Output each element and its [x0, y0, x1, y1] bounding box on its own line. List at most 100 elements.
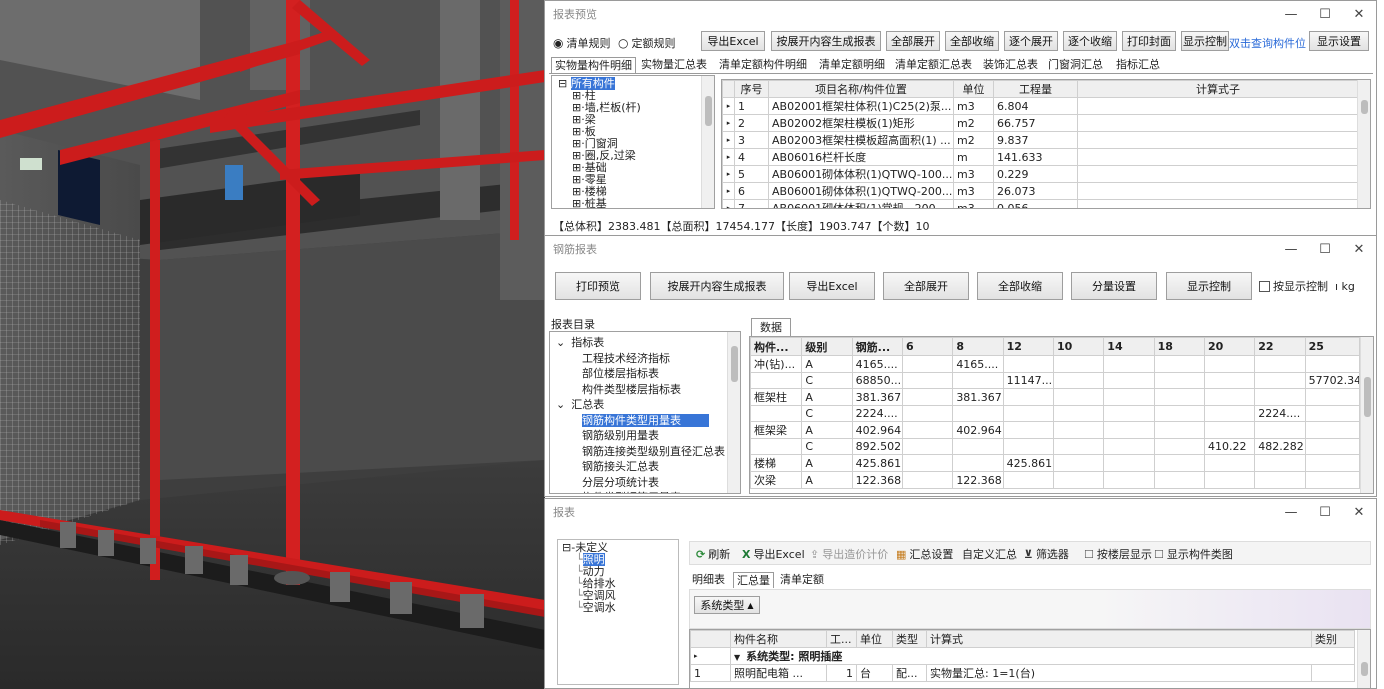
radio-list-rule[interactable]: ◉ 清单规则	[553, 35, 610, 51]
toolbar-item[interactable]: ⇪ 导出造价计价	[810, 546, 888, 562]
toolbar-item[interactable]: ☐ 按楼层显示	[1084, 546, 1152, 562]
catalog-item[interactable]: 钢筋级别用量表	[554, 428, 725, 444]
display-settings-button[interactable]: 显示设置	[1309, 31, 1369, 51]
tab-item[interactable]: 清单定额汇总表	[892, 57, 975, 73]
minimize-icon[interactable]: —	[1274, 505, 1308, 520]
table-row[interactable]: ▸ 3 AB02003框架柱模板超高面积(1) ... m2 9.837	[722, 131, 1359, 149]
radio-quota-rule[interactable]: ○ 定额规则	[618, 35, 675, 51]
catalog-item[interactable]: 钢筋接头汇总表	[554, 459, 725, 475]
expand-each-button[interactable]: 逐个展开	[1004, 31, 1058, 51]
maximize-icon[interactable]: ☐	[1308, 505, 1342, 520]
column-header[interactable]: 构件名称	[730, 630, 827, 648]
tab-item[interactable]: 清单定额构件明细	[716, 57, 810, 73]
quantity-settings-button[interactable]: 分量设置	[1071, 272, 1157, 300]
tab-item[interactable]: 清单定额	[777, 572, 827, 588]
toolbar-item[interactable]: ⟳ 刷新	[696, 546, 730, 562]
print-preview-button[interactable]: 打印预览	[555, 272, 641, 300]
table-row[interactable]: 冲(钻)... A 4165.... 4165....	[750, 355, 1361, 373]
collapse-all-button[interactable]: 全部收缩	[977, 272, 1063, 300]
export-excel-button[interactable]: 导出Excel	[789, 272, 875, 300]
generate-report-button[interactable]: 按展开内容生成报表	[771, 31, 881, 51]
tree-item[interactable]: ⊞·梁	[558, 114, 641, 126]
column-header[interactable]: 类型	[892, 630, 927, 648]
column-header[interactable]: 计算式子	[1077, 80, 1359, 98]
catalog-item[interactable]: 分层分项统计表	[554, 475, 725, 491]
column-header[interactable]: 单位	[856, 630, 893, 648]
catalog-item[interactable]: ⌄ 汇总表	[554, 397, 725, 413]
column-header[interactable]: 项目名称/构件位置	[768, 80, 954, 98]
tab-item[interactable]: 实物量汇总表	[638, 57, 710, 73]
collapse-each-button[interactable]: 逐个收缩	[1063, 31, 1117, 51]
toolbar-item[interactable]: ☐ 显示构件类图	[1154, 546, 1233, 562]
catalog-item[interactable]: 工程技术经济指标	[554, 351, 725, 367]
column-header[interactable]: 22	[1254, 337, 1306, 356]
toolbar-item[interactable]: ▦ 汇总设置	[896, 546, 953, 562]
toolbar-item[interactable]: ⊻ 筛选器	[1024, 546, 1069, 562]
tab-data[interactable]: 数据	[751, 318, 791, 336]
table-row[interactable]: 楼梯 A 425.861 425.861	[750, 454, 1361, 472]
table-row[interactable]: C 2224.... 2224....	[750, 405, 1361, 422]
minimize-icon[interactable]: —	[1274, 242, 1308, 257]
minimize-icon[interactable]: —	[1274, 7, 1308, 22]
column-header[interactable]: 10	[1052, 337, 1105, 356]
column-header[interactable]: 12	[1002, 337, 1054, 356]
toolbar-item[interactable]: X 导出Excel	[742, 546, 805, 562]
expand-all-button[interactable]: 全部展开	[886, 31, 940, 51]
close-icon[interactable]: ✕	[1342, 7, 1376, 22]
catalog-item[interactable]: 钢筋构件类型用量表	[554, 413, 725, 429]
maximize-icon[interactable]: ☐	[1308, 242, 1342, 257]
column-header[interactable]: 级别	[801, 337, 853, 356]
table-row[interactable]: 框架梁 A 402.964 402.964	[750, 421, 1361, 439]
catalog-item[interactable]: 构件类型钢筋用量表	[554, 490, 725, 493]
table-row[interactable]: 1 照明配电箱 ... 1 台配... 实物量汇总: 1=1(台)	[690, 664, 1355, 682]
column-header[interactable]: 钢筋...	[851, 337, 903, 356]
close-icon[interactable]: ✕	[1342, 505, 1376, 520]
column-header[interactable]: 工...	[826, 630, 857, 648]
table-row[interactable]: ▸ 2 AB02002框架柱模板(1)矩形 m2 66.757	[722, 114, 1359, 132]
group-row[interactable]: ▸ ▼ 系统类型: 照明插座	[690, 647, 1355, 665]
tab-item[interactable]: 装饰汇总表	[980, 57, 1041, 73]
tab-item[interactable]: 明细表	[689, 572, 728, 588]
tab-item[interactable]: 清单定额明细	[816, 57, 888, 73]
close-icon[interactable]: ✕	[1342, 242, 1376, 257]
toolbar-item[interactable]: 自定义汇总	[962, 546, 1017, 562]
table-row[interactable]: ▸ 7 AB06001砌体体积(1)常规 - 200... m3 0.056	[722, 199, 1359, 208]
collapse-all-button[interactable]: 全部收缩	[945, 31, 999, 51]
export-excel-button[interactable]: 导出Excel	[701, 31, 765, 51]
tree-item[interactable]: └空调水	[562, 602, 616, 614]
table-row[interactable]: C 892.502 410.22 482.282	[750, 438, 1361, 455]
tab-item[interactable]: 门窗洞汇总	[1045, 57, 1106, 73]
column-header[interactable]: 25	[1304, 337, 1361, 356]
column-header[interactable]: 构件...	[750, 337, 803, 356]
column-header[interactable]: 6	[901, 337, 954, 356]
catalog-item[interactable]: ⌄ 指标表	[554, 335, 725, 351]
catalog-item[interactable]: 部位楼层指标表	[554, 366, 725, 382]
tab-item[interactable]: 实物量构件明细	[551, 57, 636, 73]
display-control-checkbox[interactable]: 按显示控制	[1259, 278, 1328, 294]
column-header[interactable]: 类别	[1311, 630, 1355, 648]
column-header[interactable]: 单位	[953, 80, 994, 98]
catalog-item[interactable]: 构件类型楼层指标表	[554, 382, 725, 398]
column-header[interactable]: 8	[952, 337, 1004, 356]
group-by-system-type-button[interactable]: 系统类型 ▲	[694, 596, 760, 614]
tab-item[interactable]: 指标汇总	[1113, 57, 1163, 73]
double-click-locate-link[interactable]: 双击查询构件位	[1229, 35, 1306, 51]
display-control-button[interactable]: 显示控制	[1181, 31, 1229, 51]
column-header[interactable]: 18	[1153, 337, 1205, 356]
tree-item[interactable]: ⊞·墙,栏板(杆)	[558, 102, 641, 114]
print-cover-button[interactable]: 打印封面	[1122, 31, 1176, 51]
table-row[interactable]: C 68850... 11147... 57702.34	[750, 372, 1361, 389]
table-row[interactable]: 框架柱 A 381.367 381.367	[750, 388, 1361, 406]
catalog-item[interactable]: 钢筋连接类型级别直径汇总表	[554, 444, 725, 460]
table-row[interactable]: ▸ 4 AB06016栏杆长度 m 141.633	[722, 148, 1359, 166]
table-row[interactable]: ▸ 5 AB06001砌体体积(1)QTWQ-100... m3 0.229	[722, 165, 1359, 183]
column-header[interactable]: 14	[1103, 337, 1155, 356]
display-control-button[interactable]: 显示控制	[1166, 272, 1252, 300]
column-header[interactable]: 20	[1203, 337, 1256, 356]
tree-root[interactable]: ⊟ 所有构件	[558, 77, 641, 90]
table-row[interactable]: 次梁 A 122.368 122.368	[750, 471, 1361, 489]
model-3d-viewport[interactable]	[0, 0, 545, 689]
column-header[interactable]: 工程量	[993, 80, 1078, 98]
table-row[interactable]: ▸ 1 AB02001框架柱体积(1)C25(2)泵... m3 6.804	[722, 97, 1359, 115]
tree-item[interactable]: ⊞·桩基	[558, 198, 641, 209]
